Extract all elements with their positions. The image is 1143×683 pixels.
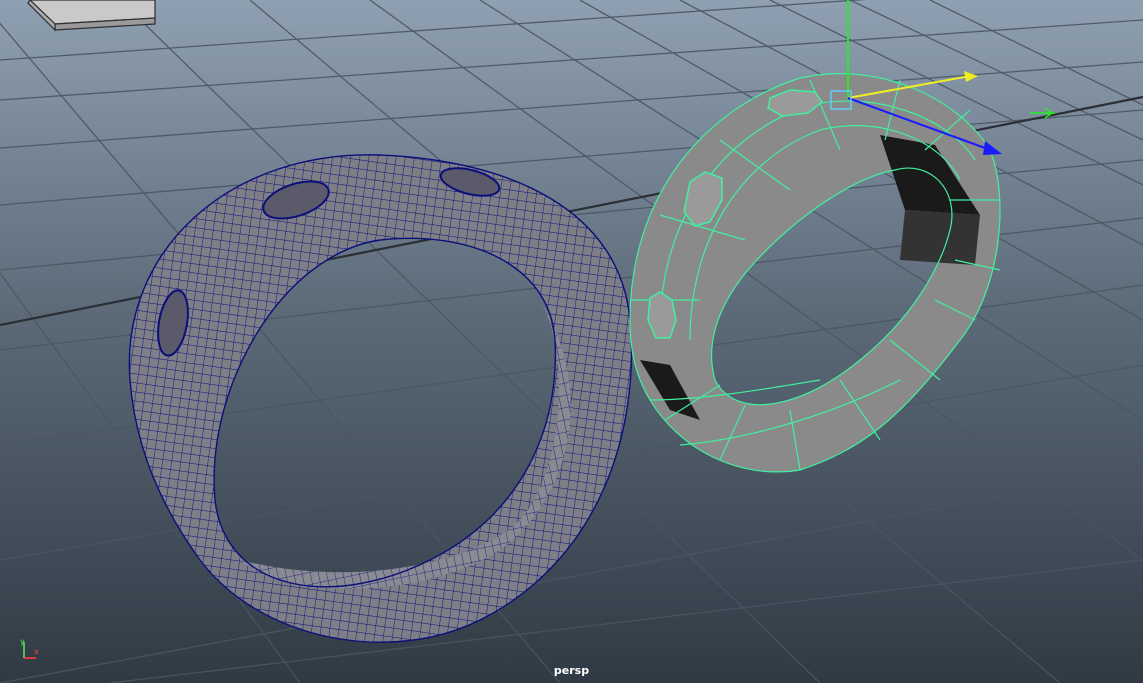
3d-scene[interactable]	[0, 0, 1143, 683]
camera-name-label: persp	[553, 664, 590, 677]
axis-x-label: x	[34, 647, 39, 656]
axis-y-label: y	[20, 637, 25, 646]
view-axis-indicator: y x	[14, 636, 54, 672]
viewport-panel[interactable]: persp y x	[0, 0, 1143, 683]
